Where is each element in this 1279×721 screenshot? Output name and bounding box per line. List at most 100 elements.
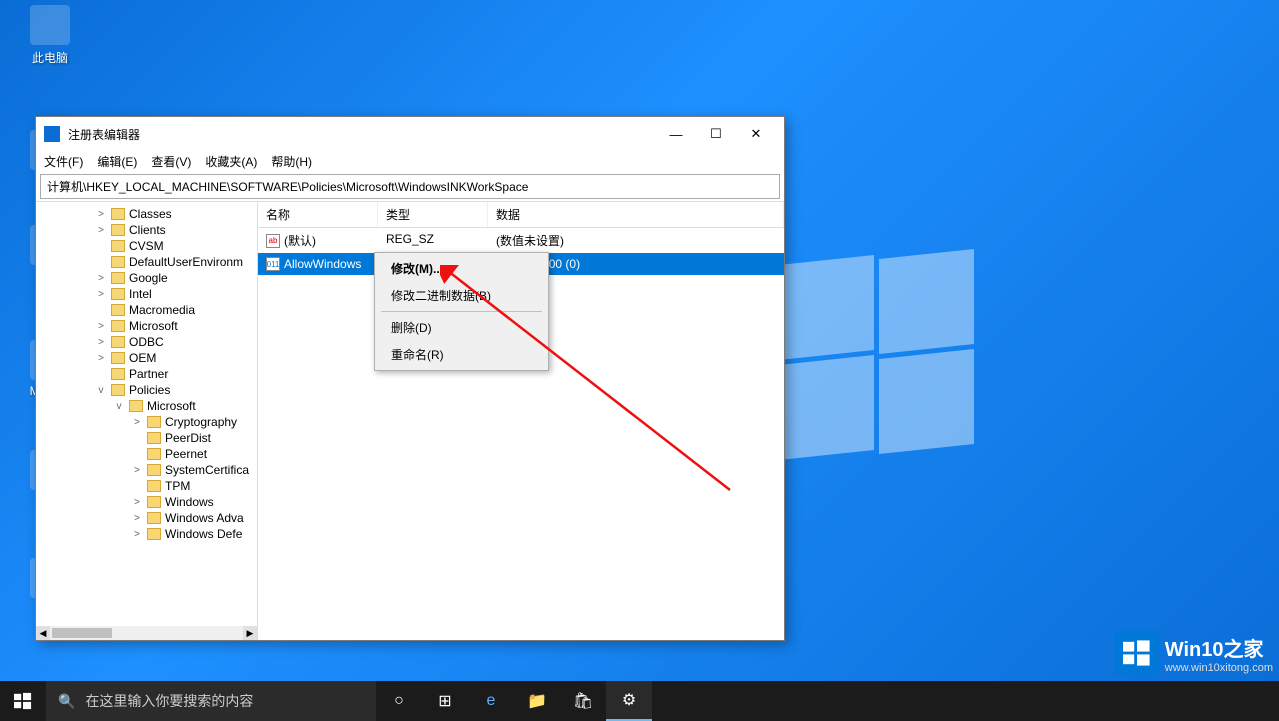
maximize-button[interactable]: ☐ — [696, 123, 736, 145]
regedit-icon — [44, 126, 60, 142]
separator — [381, 311, 542, 312]
tree-label: Cryptography — [165, 415, 237, 429]
col-data[interactable]: 数据 — [488, 202, 784, 227]
menu-help[interactable]: 帮助(H) — [271, 153, 312, 170]
explorer-taskbar-icon[interactable]: 📁 — [514, 681, 560, 721]
close-button[interactable]: ✕ — [736, 123, 776, 145]
folder-icon — [111, 352, 125, 364]
tree-node[interactable]: >Windows — [40, 494, 257, 510]
tree-label: SystemCertifica — [165, 463, 249, 477]
expand-icon[interactable]: > — [95, 353, 107, 364]
expand-icon[interactable]: > — [95, 225, 107, 236]
expand-icon[interactable]: > — [95, 273, 107, 284]
scroll-thumb[interactable] — [52, 628, 112, 638]
tree-label: CVSM — [129, 239, 164, 253]
expand-icon[interactable]: > — [131, 513, 143, 524]
tree-node[interactable]: > Cryptography — [40, 414, 257, 430]
cortana-button[interactable]: ○ — [376, 681, 422, 721]
tree-label: Microsoft — [129, 319, 178, 333]
tree-node[interactable]: DefaultUserEnvironm — [40, 254, 257, 270]
desktop-icon-thispc[interactable]: 此电脑 — [15, 5, 85, 66]
tree-node[interactable]: > Windows Adva — [40, 510, 257, 526]
expand-icon[interactable]: > — [95, 337, 107, 348]
tree-node[interactable]: > Microsoft — [40, 318, 257, 334]
tree-label: Partner — [129, 367, 168, 381]
expand-icon[interactable]: > — [95, 209, 107, 220]
tree-node[interactable]: vPolicies — [40, 382, 257, 398]
scroll-right-arrow[interactable]: ▶ — [243, 626, 257, 640]
watermark: Win10之家 www.win10xitong.com — [1115, 631, 1273, 675]
tree-label: Microsoft — [147, 399, 196, 413]
tree-node[interactable]: >ODBC — [40, 334, 257, 350]
expand-icon[interactable]: > — [95, 321, 107, 332]
tree-node[interactable]: PeerDist — [40, 430, 257, 446]
taskview-button[interactable]: ⊞ — [422, 681, 468, 721]
tree-node[interactable]: Peernet — [40, 446, 257, 462]
tree-node[interactable]: >Classes — [40, 206, 257, 222]
folder-icon — [111, 208, 125, 220]
ctx-rename[interactable]: 重命名(R) — [377, 341, 546, 368]
tree-node[interactable]: CVSM — [40, 238, 257, 254]
col-name[interactable]: 名称 — [258, 202, 378, 227]
ctx-modify-binary[interactable]: 修改二进制数据(B) — [377, 282, 546, 309]
tree-label: Macromedia — [129, 303, 195, 317]
menu-edit[interactable]: 编辑(E) — [97, 153, 137, 170]
tree-node[interactable]: > Clients — [40, 222, 257, 238]
tree-view[interactable]: >Classes>ClientsCVSMDefaultUserEnvironm>… — [36, 202, 258, 640]
expand-icon[interactable]: v — [95, 385, 107, 396]
ctx-delete[interactable]: 删除(D) — [377, 314, 546, 341]
tree-label: Windows Adva — [165, 511, 244, 525]
tree-node[interactable]: Partner — [40, 366, 257, 382]
desktop-icon-label: 此电脑 — [15, 49, 85, 66]
taskbar: 🔍 在这里输入你要搜索的内容 ○ ⊞ e 📁 🛍 ⚙ — [0, 681, 1279, 721]
tree-node[interactable]: >Google — [40, 270, 257, 286]
folder-icon — [111, 336, 125, 348]
expand-icon[interactable]: > — [131, 529, 143, 540]
value-type: REG_SZ — [378, 230, 488, 251]
menubar: 文件(F) 编辑(E) 查看(V) 收藏夹(A) 帮助(H) — [36, 151, 784, 172]
address-bar[interactable]: 计算机\HKEY_LOCAL_MACHINE\SOFTWARE\Policies… — [40, 174, 780, 199]
folder-icon — [111, 288, 125, 300]
folder-icon — [111, 256, 125, 268]
expand-icon[interactable]: > — [131, 417, 143, 428]
watermark-icon — [1115, 631, 1159, 675]
tree-label: Clients — [129, 223, 166, 237]
menu-file[interactable]: 文件(F) — [44, 153, 83, 170]
tree-node[interactable]: TPM — [40, 478, 257, 494]
search-placeholder: 在这里输入你要搜索的内容 — [85, 691, 253, 711]
menu-view[interactable]: 查看(V) — [151, 153, 191, 170]
horizontal-scrollbar[interactable]: ◀ ▶ — [36, 626, 257, 640]
watermark-url: www.win10xitong.com — [1165, 662, 1273, 674]
tree-node[interactable]: > Windows Defe — [40, 526, 257, 542]
titlebar[interactable]: 注册表编辑器 — ☐ ✕ — [36, 117, 784, 151]
col-type[interactable]: 类型 — [378, 202, 488, 227]
folder-icon — [147, 432, 161, 444]
minimize-button[interactable]: — — [656, 123, 696, 145]
scroll-left-arrow[interactable]: ◀ — [36, 626, 50, 640]
window-title: 注册表编辑器 — [68, 126, 656, 143]
expand-icon[interactable]: > — [131, 497, 143, 508]
regedit-taskbar-icon[interactable]: ⚙ — [606, 681, 652, 721]
tree-node[interactable]: > SystemCertifica — [40, 462, 257, 478]
ctx-modify[interactable]: 修改(M)... — [377, 255, 546, 282]
list-row[interactable]: ab(默认)REG_SZ(数值未设置) — [258, 228, 784, 253]
windows-logo-bg — [779, 260, 979, 460]
search-box[interactable]: 🔍 在这里输入你要搜索的内容 — [46, 681, 376, 721]
tree-node[interactable]: Macromedia — [40, 302, 257, 318]
expand-icon[interactable]: > — [131, 465, 143, 476]
expand-icon[interactable]: > — [95, 289, 107, 300]
folder-icon — [111, 240, 125, 252]
registry-editor-window: 注册表编辑器 — ☐ ✕ 文件(F) 编辑(E) 查看(V) 收藏夹(A) 帮助… — [35, 116, 785, 641]
tree-node[interactable]: >OEM — [40, 350, 257, 366]
store-taskbar-icon[interactable]: 🛍 — [560, 681, 606, 721]
start-button[interactable] — [0, 681, 46, 721]
value-icon: ab — [266, 234, 280, 248]
tree-node[interactable]: v Microsoft — [40, 398, 257, 414]
menu-favorites[interactable]: 收藏夹(A) — [205, 153, 257, 170]
folder-icon — [147, 464, 161, 476]
expand-icon[interactable]: v — [113, 401, 125, 412]
tree-node[interactable]: >Intel — [40, 286, 257, 302]
edge-taskbar-icon[interactable]: e — [468, 681, 514, 721]
folder-icon — [147, 416, 161, 428]
tree-label: Windows Defe — [165, 527, 242, 541]
